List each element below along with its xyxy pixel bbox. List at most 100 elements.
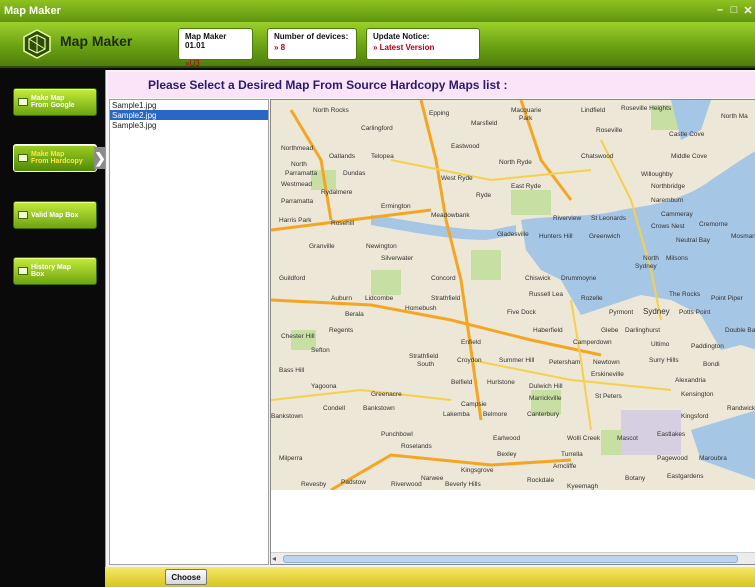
app-name: Map Maker — [60, 33, 133, 49]
devices-info-box: Number of devices: » 8 — [267, 28, 357, 60]
svg-text:Eastgardens: Eastgardens — [667, 473, 704, 480]
svg-text:Erskineville: Erskineville — [591, 371, 624, 378]
svg-text:Roselands: Roselands — [401, 443, 432, 450]
svg-text:Strathfield: Strathfield — [409, 353, 439, 360]
svg-text:Neutral Bay: Neutral Bay — [676, 237, 711, 244]
svg-text:South: South — [417, 361, 434, 368]
map-preview-panel: North Rocks Epping Macquarie Park Lindfie… — [270, 99, 755, 565]
close-icon[interactable]: ✕ — [743, 4, 753, 17]
svg-text:Wolli Creek: Wolli Creek — [567, 435, 601, 442]
svg-text:Concord: Concord — [431, 275, 456, 282]
map-document-icon — [18, 154, 28, 162]
svg-text:Croydon: Croydon — [457, 357, 482, 364]
svg-text:Lindfield: Lindfield — [581, 107, 606, 114]
svg-text:North Rocks: North Rocks — [313, 107, 350, 114]
svg-text:Arncliffe: Arncliffe — [553, 463, 577, 470]
svg-text:Macquarie: Macquarie — [511, 107, 542, 114]
svg-text:Bankstown: Bankstown — [271, 413, 303, 420]
svg-text:Greenacre: Greenacre — [371, 391, 402, 398]
sidebar-item-label: Make Map From Hardcopy — [31, 151, 83, 165]
svg-text:Sefton: Sefton — [311, 347, 330, 354]
svg-text:Earlwood: Earlwood — [493, 435, 520, 442]
svg-text:North Ma: North Ma — [721, 113, 748, 120]
list-item[interactable]: Sample3.jpg — [110, 120, 268, 130]
svg-text:Bondi: Bondi — [703, 361, 720, 368]
version-value: »U3 — [185, 59, 200, 68]
svg-text:Paddington: Paddington — [691, 343, 724, 350]
svg-text:Five Dock: Five Dock — [507, 309, 537, 316]
map-document-icon — [18, 267, 28, 275]
svg-text:Revesby: Revesby — [301, 481, 327, 488]
svg-text:Castle Cove: Castle Cove — [669, 131, 705, 138]
svg-text:Strathfield: Strathfield — [431, 295, 461, 302]
svg-text:The Rocks: The Rocks — [669, 291, 701, 298]
svg-text:Regents: Regents — [329, 327, 354, 334]
svg-text:Yagoona: Yagoona — [311, 383, 337, 390]
sidebar: Make Map From Google Make Map From Hardc… — [0, 70, 106, 567]
svg-text:Pagewood: Pagewood — [657, 455, 688, 462]
sidebar-item-make-map-from-google[interactable]: Make Map From Google — [13, 88, 97, 116]
sidebar-item-label: History Map Box — [31, 264, 71, 278]
svg-text:Petersham: Petersham — [549, 359, 580, 366]
svg-text:Northbridge: Northbridge — [651, 183, 685, 190]
sidebar-item-label-line1: History Map — [31, 264, 72, 271]
svg-text:Lidcombe: Lidcombe — [365, 295, 394, 302]
sidebar-item-history-map-box[interactable]: History Map Box — [13, 257, 97, 285]
svg-text:Ultimo: Ultimo — [651, 341, 670, 348]
svg-text:Kingsford: Kingsford — [681, 413, 709, 420]
choose-button[interactable]: Choose — [165, 569, 207, 585]
svg-text:Carlingford: Carlingford — [361, 125, 393, 132]
svg-text:Crows Nest: Crows Nest — [651, 223, 685, 230]
version-info-box: Map Maker 01.01 »U3 — [178, 28, 253, 68]
svg-text:Beverly Hills: Beverly Hills — [445, 481, 482, 488]
svg-text:Canterbury: Canterbury — [527, 411, 560, 418]
svg-text:Rydalmere: Rydalmere — [321, 189, 353, 196]
svg-text:Greenwich: Greenwich — [589, 233, 620, 240]
scroll-left-icon[interactable]: ◂ — [272, 554, 276, 563]
svg-text:Eastwood: Eastwood — [451, 143, 480, 150]
sidebar-item-label-line1: Make Map — [31, 151, 65, 158]
update-label: Update Notice: — [373, 32, 430, 41]
sidebar-item-make-map-from-hardcopy[interactable]: Make Map From Hardcopy ❯ — [13, 144, 106, 172]
svg-text:Roseville: Roseville — [596, 127, 623, 134]
svg-text:West Ryde: West Ryde — [441, 175, 473, 182]
sidebar-item-label: Make Map From Google — [31, 95, 75, 109]
svg-text:Bankstown: Bankstown — [363, 405, 395, 412]
svg-text:Lakemba: Lakemba — [443, 411, 470, 418]
minimize-icon[interactable]: – — [715, 4, 725, 17]
svg-text:Homebush: Homebush — [405, 305, 437, 312]
page-title: Please Select a Desired Map From Source … — [108, 72, 755, 98]
list-item-selected[interactable]: Sample2.jpg — [110, 110, 268, 120]
sidebar-item-label-line2: Box — [31, 271, 45, 278]
svg-text:Campsie: Campsie — [461, 401, 487, 408]
sidebar-item-valid-map-box[interactable]: Valid Map Box — [13, 201, 97, 229]
footer-bar: Choose — [105, 567, 755, 587]
svg-text:Cammeray: Cammeray — [661, 211, 694, 218]
map-preview-image: North Rocks Epping MacquariePark Lindfie… — [271, 100, 755, 490]
svg-text:Drummoyne: Drummoyne — [561, 275, 597, 282]
svg-text:Chatswood: Chatswood — [581, 153, 614, 160]
maximize-icon[interactable]: □ — [729, 4, 739, 17]
svg-text:Kingsgrove: Kingsgrove — [461, 467, 494, 474]
svg-text:St Leonards: St Leonards — [591, 215, 627, 222]
file-list[interactable]: Sample1.jpg Sample2.jpg Sample3.jpg — [109, 99, 269, 565]
svg-text:Ryde: Ryde — [476, 192, 492, 199]
svg-text:Bexley: Bexley — [497, 451, 517, 458]
svg-text:Marrickville: Marrickville — [529, 395, 562, 402]
svg-text:Eastlakes: Eastlakes — [657, 431, 686, 438]
svg-text:Summer Hill: Summer Hill — [499, 357, 535, 364]
svg-text:Potts Point: Potts Point — [679, 309, 711, 316]
svg-text:Randwick: Randwick — [727, 405, 755, 412]
svg-text:Silverwater: Silverwater — [381, 255, 414, 262]
sidebar-footer — [0, 567, 105, 587]
sidebar-item-label-line1: Make Map — [31, 95, 65, 102]
svg-text:Naremburn: Naremburn — [651, 197, 684, 204]
list-item[interactable]: Sample1.jpg — [110, 100, 268, 110]
svg-text:Auburn: Auburn — [331, 295, 352, 302]
svg-text:Alexandria: Alexandria — [675, 377, 706, 384]
window-controls: – □ ✕ — [715, 4, 753, 17]
scroll-thumb[interactable] — [283, 555, 738, 563]
map-horizontal-scrollbar[interactable]: ◂ — [271, 552, 755, 564]
svg-text:Enfield: Enfield — [461, 339, 481, 346]
svg-text:East Ryde: East Ryde — [511, 183, 541, 190]
